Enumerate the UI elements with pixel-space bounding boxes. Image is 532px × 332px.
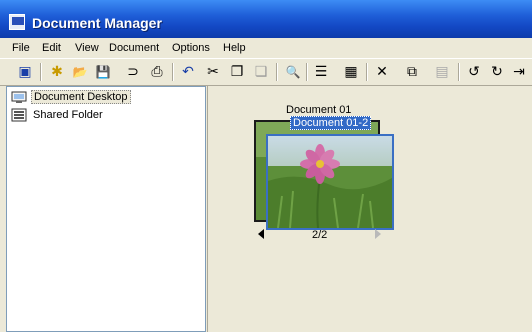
new-folder-button[interactable]: ✱ [48, 63, 66, 81]
document-title-back[interactable]: Document 01 [286, 104, 351, 116]
tree-label: Shared Folder [33, 109, 103, 121]
next-page-button[interactable]: ⇥ [510, 63, 528, 81]
zoom-button[interactable]: 🔍 [284, 63, 302, 81]
toolbar-separator [276, 63, 278, 81]
paste-button[interactable]: ❏ [252, 63, 270, 81]
menu-options[interactable]: Options [172, 41, 210, 55]
toolbar-separator [366, 63, 368, 81]
cut-button[interactable]: ✂ [204, 63, 222, 81]
toolbar-separator [40, 63, 42, 81]
scan-button[interactable]: ⊃ [124, 63, 142, 81]
copy-button[interactable]: ❐ [228, 63, 246, 81]
print-button[interactable]: ⎙ [148, 63, 166, 81]
menu-document[interactable]: Document [109, 41, 159, 55]
menu-bar: File Edit View Document Options Help [0, 38, 532, 58]
menu-edit[interactable]: Edit [42, 41, 61, 55]
menu-file[interactable]: File [12, 41, 30, 55]
document-thumbnail-front[interactable] [266, 134, 394, 230]
document-view[interactable]: Document 01 Document 01-2 2/2 [207, 86, 532, 332]
toolbar-separator [306, 63, 308, 81]
toolbar-separator [458, 63, 460, 81]
window-title: Document Manager [32, 15, 162, 31]
list-view-button[interactable]: ☰ [312, 63, 330, 81]
rotate-left-button[interactable]: ↺ [465, 63, 483, 81]
tree-item-shared-folder[interactable]: Shared Folder [11, 107, 105, 123]
toolbar-separator [172, 63, 174, 81]
cosmos-flower-photo [268, 136, 392, 228]
tree-item-document-desktop[interactable]: Document Desktop [11, 89, 131, 105]
next-page-arrow[interactable] [375, 229, 381, 239]
page-indicator: 2/2 [312, 229, 328, 241]
save-button[interactable]: 💾 [94, 63, 112, 81]
folder-tree[interactable]: Document Desktop Shared Folder [6, 86, 206, 332]
document-title-front[interactable]: Document 01-2 [290, 116, 372, 130]
tree-label: Document Desktop [31, 90, 131, 104]
previous-page-arrow[interactable] [258, 229, 264, 239]
open-button[interactable]: 📂 [71, 63, 89, 81]
thumbnail-view-button[interactable]: ▦ [342, 63, 360, 81]
title-bar: Document Manager [0, 0, 532, 38]
desktop-button[interactable]: ▣ [16, 63, 34, 81]
menu-help[interactable]: Help [223, 41, 246, 55]
app-icon [9, 14, 25, 30]
shared-folder-icon [11, 107, 27, 123]
menu-view[interactable]: View [75, 41, 99, 55]
undo-button[interactable]: ↶ [179, 63, 197, 81]
delete-button[interactable]: ✕ [373, 63, 391, 81]
rotate-right-button[interactable]: ↻ [488, 63, 506, 81]
desktop-tree-icon [11, 89, 27, 105]
toolbar: ▣ ✱ 📂 💾 ⊃ ⎙ ↶ ✂ ❐ ❏ 🔍 ☰ ▦ ✕ ⧉ ▤ ↺ ↻ ⇥ [0, 58, 532, 86]
disabled-button[interactable]: ▤ [433, 63, 451, 81]
properties-button[interactable]: ⧉ [403, 63, 421, 81]
